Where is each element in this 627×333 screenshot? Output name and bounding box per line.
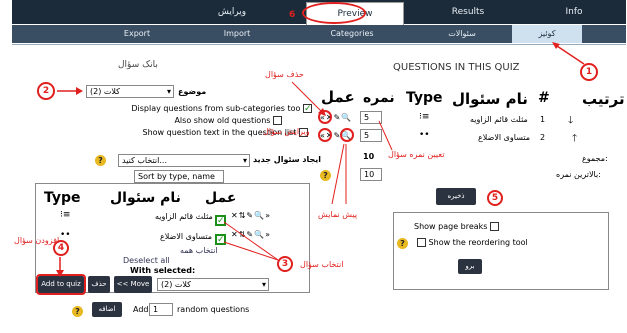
preview-highlight — [302, 2, 366, 24]
quiz-row-2-name: متساوی الاضلاع — [478, 133, 531, 142]
go-button[interactable]: برو — [458, 259, 482, 274]
move-to-button[interactable]: << Move to — [114, 276, 152, 305]
arrow-icon — [552, 42, 585, 65]
type-icon: ⁝≡ — [60, 210, 71, 220]
annotation-preview: پیش نمایش — [318, 210, 358, 219]
type-icon: •• — [419, 130, 430, 140]
tab-info[interactable]: Info — [526, 3, 622, 21]
bank-row-1-actions[interactable]: ✕⇅✎🔍» — [231, 211, 271, 220]
type-icon: •• — [60, 230, 71, 240]
reorder-tool-checkbox[interactable] — [417, 238, 426, 247]
highlight-move — [318, 128, 332, 142]
page-breaks-option: Show page breaks — [414, 222, 500, 231]
quiz-row-2-number: 2 — [540, 133, 546, 142]
col-action: عمل — [205, 190, 237, 206]
annotation-select-question: انتخاب سؤال — [300, 260, 344, 269]
deselect-all-link[interactable]: Deselect all — [123, 256, 170, 265]
with-selected-label: With selected: — [130, 266, 196, 275]
opt-old-questions-label: Also show old questions — [174, 116, 271, 125]
select-all-link[interactable]: انتخاب همه — [180, 246, 218, 255]
add-label: Add — [133, 305, 149, 314]
col-grade: نمره — [363, 90, 395, 106]
tab-edit[interactable]: ویرایش — [184, 3, 280, 21]
opt-subcategories-label: Display questions from sub-categories to… — [131, 104, 301, 113]
total-grade-value: 10 — [363, 152, 375, 161]
delete-selected-button[interactable]: حذف — [88, 276, 110, 293]
reorder-tool-label: Show the reordering tool — [428, 238, 528, 247]
add-to-quiz-button[interactable]: Add to quiz ▶ — [36, 274, 86, 305]
col-type: Type — [406, 90, 443, 106]
opt-old-questions-checkbox[interactable] — [273, 116, 282, 125]
bank-title: بانک سؤال — [118, 60, 158, 70]
bank-row-2-name: متساوی الاضلاع — [160, 232, 213, 241]
page-breaks-checkbox[interactable] — [490, 222, 500, 231]
move-down-icon[interactable]: 🡓 — [568, 113, 573, 130]
arrow-icon — [223, 221, 279, 261]
help-icon[interactable]: ? — [95, 155, 106, 166]
type-icon: ⁝≡ — [419, 112, 430, 122]
sort-select[interactable]: Sort by type, name — [134, 170, 224, 183]
annotation-grade-question: تعیین نمره سؤال — [388, 150, 445, 159]
help-icon[interactable]: ? — [320, 170, 331, 181]
arrow-icon — [56, 257, 64, 277]
sub-tab-bar: Export Import Categories سئوالات کوئیز — [12, 25, 626, 43]
random-questions-label: random questions — [177, 305, 250, 314]
tab-export[interactable]: Export — [82, 25, 192, 43]
random-count-select[interactable]: 1 — [149, 303, 173, 316]
options-panel: Display questions from sub-categories to… — [72, 104, 312, 148]
new-question-label: ایجاد سئوال جدید — [253, 155, 322, 164]
help-icon[interactable]: ? — [72, 306, 83, 317]
tab-questions[interactable]: سئوالات — [407, 25, 517, 43]
tab-results[interactable]: Results — [420, 3, 516, 21]
annotation-edit-question: ویرایش سؤال — [263, 127, 310, 136]
move-category-value: (2) کلات — [161, 280, 191, 289]
new-question-select[interactable]: انتخاب کنید... ▾ — [118, 154, 250, 167]
arrow-icon — [57, 87, 83, 95]
category-label: موضوع — [178, 87, 207, 96]
highlight-preview — [340, 128, 354, 142]
category-value: (2) کلات — [90, 87, 120, 96]
col-order: ترتیب — [582, 90, 625, 108]
divider — [12, 44, 626, 45]
tab-import[interactable]: Import — [182, 25, 292, 43]
add-random-button[interactable]: اضافه کردن — [92, 302, 122, 328]
col-name: نام سئوال — [110, 190, 181, 206]
tab-categories[interactable]: Categories — [297, 25, 407, 43]
total-label: مجموع: — [582, 154, 608, 163]
annotation-add-question: افزودن سؤال — [14, 236, 60, 245]
annotation-delete-question: حذف سؤال — [265, 70, 304, 79]
quiz-row-1-name: مثلث قائم الزاویه — [470, 115, 528, 124]
annotation-6: 6 — [289, 10, 296, 20]
col-question-name: نام سئوال — [452, 90, 528, 108]
max-grade-input[interactable]: 10 — [360, 168, 382, 181]
help-icon[interactable]: ? — [397, 238, 408, 249]
annotation-5: 5 — [487, 190, 503, 206]
random-count-value: 1 — [153, 305, 159, 314]
page-breaks-label: Show page breaks — [414, 222, 488, 231]
col-type: Type — [44, 190, 81, 206]
quiz-questions-title: QUESTIONS IN THIS QUIZ — [393, 62, 520, 73]
annotation-2: 2 — [37, 82, 55, 100]
category-select[interactable]: (2) کلات ▾ — [86, 85, 174, 98]
arrow-icon — [378, 120, 393, 151]
quiz-row-1-number: 1 — [540, 115, 546, 124]
move-category-select[interactable]: (2) کلات ▾ — [157, 278, 269, 291]
save-changes-button[interactable]: ذخیره تغییرات — [436, 188, 476, 217]
col-action: عمل — [321, 88, 355, 106]
max-grade-label: بالاترین نمره: — [556, 170, 601, 179]
move-up-icon[interactable]: 🡑 — [572, 131, 577, 148]
reorder-tool-option: Show the reordering tool — [417, 238, 528, 247]
highlight-delete — [318, 110, 332, 124]
sort-select-value: Sort by type, name — [138, 172, 215, 181]
new-question-select-value: انتخاب کنید... — [122, 156, 168, 165]
bank-row-1-name: مثلث قائم الزاویه — [155, 212, 213, 221]
col-number: # — [538, 90, 550, 106]
